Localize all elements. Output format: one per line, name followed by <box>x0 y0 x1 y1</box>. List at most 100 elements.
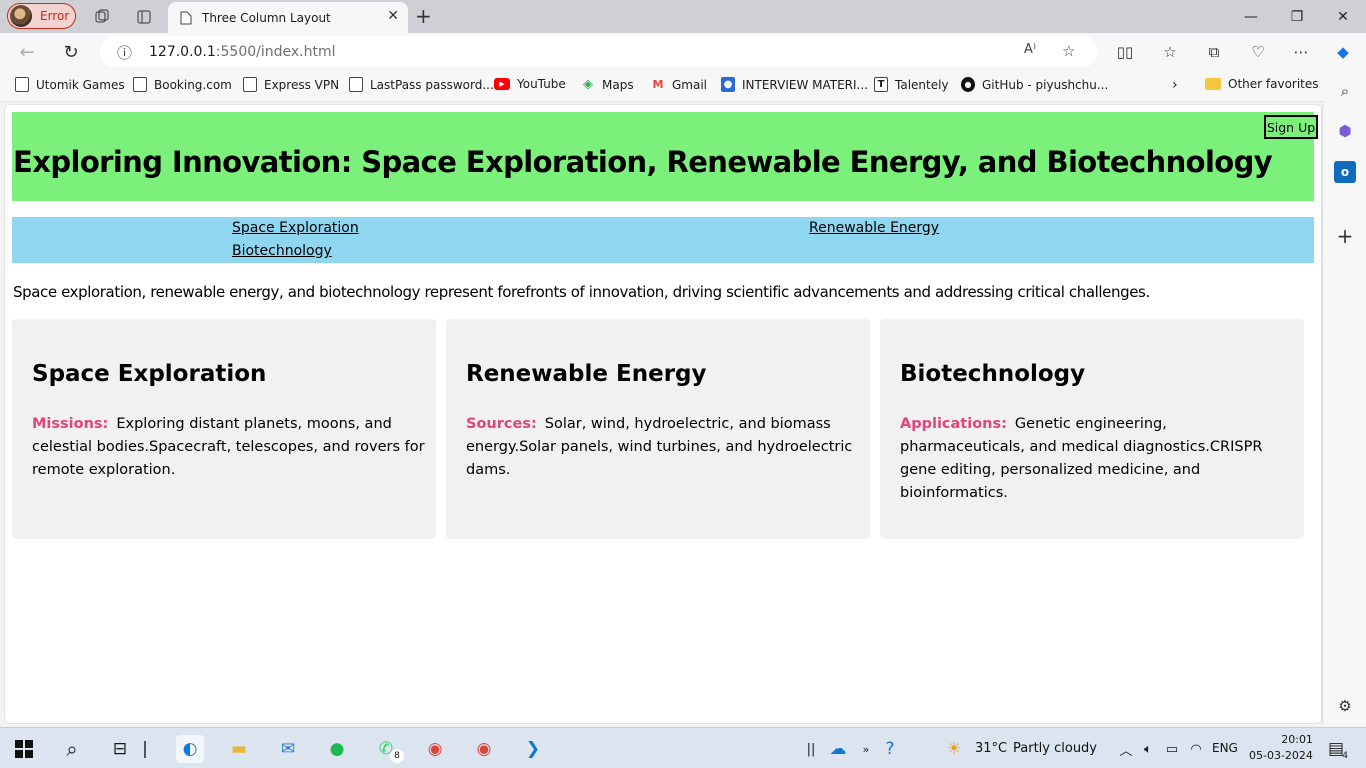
nav-link-renewable-energy[interactable]: Renewable Energy <box>809 220 939 236</box>
search-icon[interactable]: ⌕ <box>1334 80 1356 102</box>
whatsapp-icon[interactable]: ✆ 8 <box>372 735 404 763</box>
tab-actions-icon[interactable] <box>134 7 154 27</box>
edge-taskbar-icon[interactable]: ◐ <box>176 735 204 763</box>
task-view-icon[interactable]: ⊟ <box>106 735 134 763</box>
card-body: Sources: Solar, wind, hydroelectric, and … <box>466 413 860 482</box>
edge-sidebar: ⌕ ⬢ o + ⚙ <box>1324 70 1366 726</box>
card-heading: Renewable Energy <box>466 361 707 387</box>
collections-icon[interactable]: ⧉ <box>1201 40 1227 64</box>
wifi-icon[interactable]: ◠ <box>1182 735 1210 763</box>
url-field[interactable]: ⓘ 127.0.0.1:5500/index.html A⁾ ☆ <box>100 36 1098 67</box>
weather-condition[interactable]: Partly cloudy <box>1013 741 1097 756</box>
bookmark-maps[interactable]: ◈ Maps <box>581 77 634 92</box>
card-body: Missions: Exploring distant planets, moon… <box>32 413 426 482</box>
profile-status-label: Error <box>40 9 70 23</box>
weather-icon[interactable]: ☀ <box>940 735 968 763</box>
vscode-icon[interactable]: ❯ <box>519 735 547 763</box>
copilot-sidebar-icon[interactable]: ⬢ <box>1334 120 1356 142</box>
avatar <box>10 5 32 27</box>
page-icon <box>15 77 29 92</box>
refresh-icon[interactable]: ↻ <box>58 40 84 64</box>
minimize-icon[interactable]: — <box>1228 0 1274 33</box>
bookmark-lastpass[interactable]: LastPass password... <box>349 77 494 92</box>
chrome-profile-icon[interactable]: ◉ <box>470 735 498 763</box>
add-sidebar-app-icon[interactable]: + <box>1334 224 1356 248</box>
card-space-exploration: Space Exploration Missions: Exploring dis… <box>12 319 436 539</box>
card-label: Sources: <box>466 416 537 432</box>
bookmark-expressvpn[interactable]: Express VPN <box>243 77 339 92</box>
other-favorites[interactable]: Other favorites <box>1205 77 1319 91</box>
outlook-icon[interactable]: o <box>1334 161 1356 183</box>
back-icon[interactable]: ← <box>14 40 40 64</box>
nav-link-space-exploration[interactable]: Space Exploration <box>232 220 359 236</box>
whatsapp-badge: 8 <box>390 749 404 763</box>
bookmark-label: GitHub - piyushchu... <box>982 77 1109 92</box>
tab-title: Three Column Layout <box>202 10 331 25</box>
clock[interactable]: 20:01 05-03-2024 <box>1249 732 1313 764</box>
spotify-icon[interactable]: ● <box>323 735 351 763</box>
address-bar: ← ↻ ⓘ 127.0.0.1:5500/index.html A⁾ ☆ ▯▯ … <box>0 33 1366 70</box>
mail-icon[interactable]: ✉ <box>274 735 302 763</box>
bookmark-interview[interactable]: ● INTERVIEW MATERI... <box>721 77 868 92</box>
favorites-icon[interactable]: ☆ <box>1157 40 1183 64</box>
bookmark-label: Maps <box>602 77 634 92</box>
close-tab-icon[interactable]: ✕ <box>387 8 399 24</box>
nav-link-biotechnology[interactable]: Biotechnology <box>232 243 332 259</box>
card-label: Applications: <box>900 416 1007 432</box>
page-header: Exploring Innovation: Space Exploration,… <box>12 112 1318 201</box>
bookmark-utomik[interactable]: Utomik Games <box>15 77 125 92</box>
chrome-icon[interactable]: ◉ <box>421 735 449 763</box>
card-body: Applications: Genetic engineering, pharma… <box>900 413 1294 505</box>
sidebar-settings-gear-icon[interactable]: ⚙ <box>1334 695 1356 717</box>
chevron-right-icon[interactable]: › <box>1172 77 1178 93</box>
card-label: Missions: <box>32 416 109 432</box>
read-aloud-icon[interactable]: A⁾ <box>1024 42 1036 57</box>
bookmark-label: Talentely <box>895 77 949 92</box>
bookmark-github[interactable]: ● GitHub - piyushchu... <box>961 77 1108 92</box>
favorite-star-icon[interactable]: ☆ <box>1062 42 1075 60</box>
page-viewport: Exploring Innovation: Space Exploration,… <box>4 104 1322 724</box>
language-indicator[interactable]: ENG <box>1212 741 1238 755</box>
notification-count: 4 <box>1342 751 1348 761</box>
new-tab-icon[interactable]: + <box>415 4 432 28</box>
page-icon <box>243 77 257 92</box>
windows-start-icon[interactable] <box>10 735 38 763</box>
bookmark-label: LastPass password... <box>370 77 494 92</box>
bookmark-gmail[interactable]: M Gmail <box>651 77 708 92</box>
page-scrollbar[interactable] <box>1322 104 1323 724</box>
taskbar-search-icon[interactable]: ⌕ <box>58 735 86 763</box>
bookmark-label: Booking.com <box>154 77 232 92</box>
clock-date: 05-03-2024 <box>1249 749 1313 762</box>
close-window-icon[interactable]: ✕ <box>1320 0 1366 33</box>
workspaces-icon[interactable] <box>92 7 112 27</box>
more-menu-icon[interactable]: ⋯ <box>1288 40 1314 64</box>
url-path: :5500/index.html <box>215 43 336 60</box>
folder-icon <box>1205 78 1221 90</box>
bookmark-label: INTERVIEW MATERI... <box>742 77 868 92</box>
onedrive-icon[interactable]: ☁ <box>824 735 852 763</box>
notifications-icon[interactable]: ▤ 4 <box>1322 735 1350 763</box>
other-favorites-label: Other favorites <box>1228 77 1319 91</box>
page-icon <box>133 77 147 92</box>
bookmark-label: Utomik Games <box>36 77 125 92</box>
tray-divider: || <box>806 741 816 757</box>
sign-up-button[interactable]: Sign Up <box>1264 115 1318 139</box>
bookmark-talentely[interactable]: T Talentely <box>874 77 949 92</box>
intro-text: Space exploration, renewable energy, and… <box>13 283 1150 301</box>
bookmark-youtube[interactable]: ▶ YouTube <box>494 77 566 91</box>
split-screen-icon[interactable]: ▯▯ <box>1112 40 1138 64</box>
active-tab[interactable]: Three Column Layout ✕ <box>168 2 408 33</box>
page-icon <box>349 77 363 92</box>
bookmark-booking[interactable]: Booking.com <box>133 77 232 92</box>
file-explorer-icon[interactable]: ▬ <box>225 735 253 763</box>
help-icon[interactable]: ? <box>876 735 904 763</box>
weather-temp[interactable]: 31°C <box>975 741 1007 756</box>
restore-icon[interactable]: ❐ <box>1274 0 1320 33</box>
windows-taskbar: ⌕ ⊟ | ◐ ▬ ✉ ● ✆ 8 ◉ ◉ ❯ || ☁ » ? ☀ 31°C P… <box>0 727 1366 768</box>
profile-button[interactable]: Error <box>7 3 76 29</box>
info-icon[interactable]: ⓘ <box>117 42 132 63</box>
browser-essentials-icon[interactable]: ♡ <box>1245 40 1271 64</box>
gmail-icon: M <box>652 78 664 91</box>
copilot-icon[interactable]: ◆ <box>1330 40 1356 64</box>
title-bar: Error Three Column Layout ✕ + — ❐ ✕ <box>0 0 1366 33</box>
